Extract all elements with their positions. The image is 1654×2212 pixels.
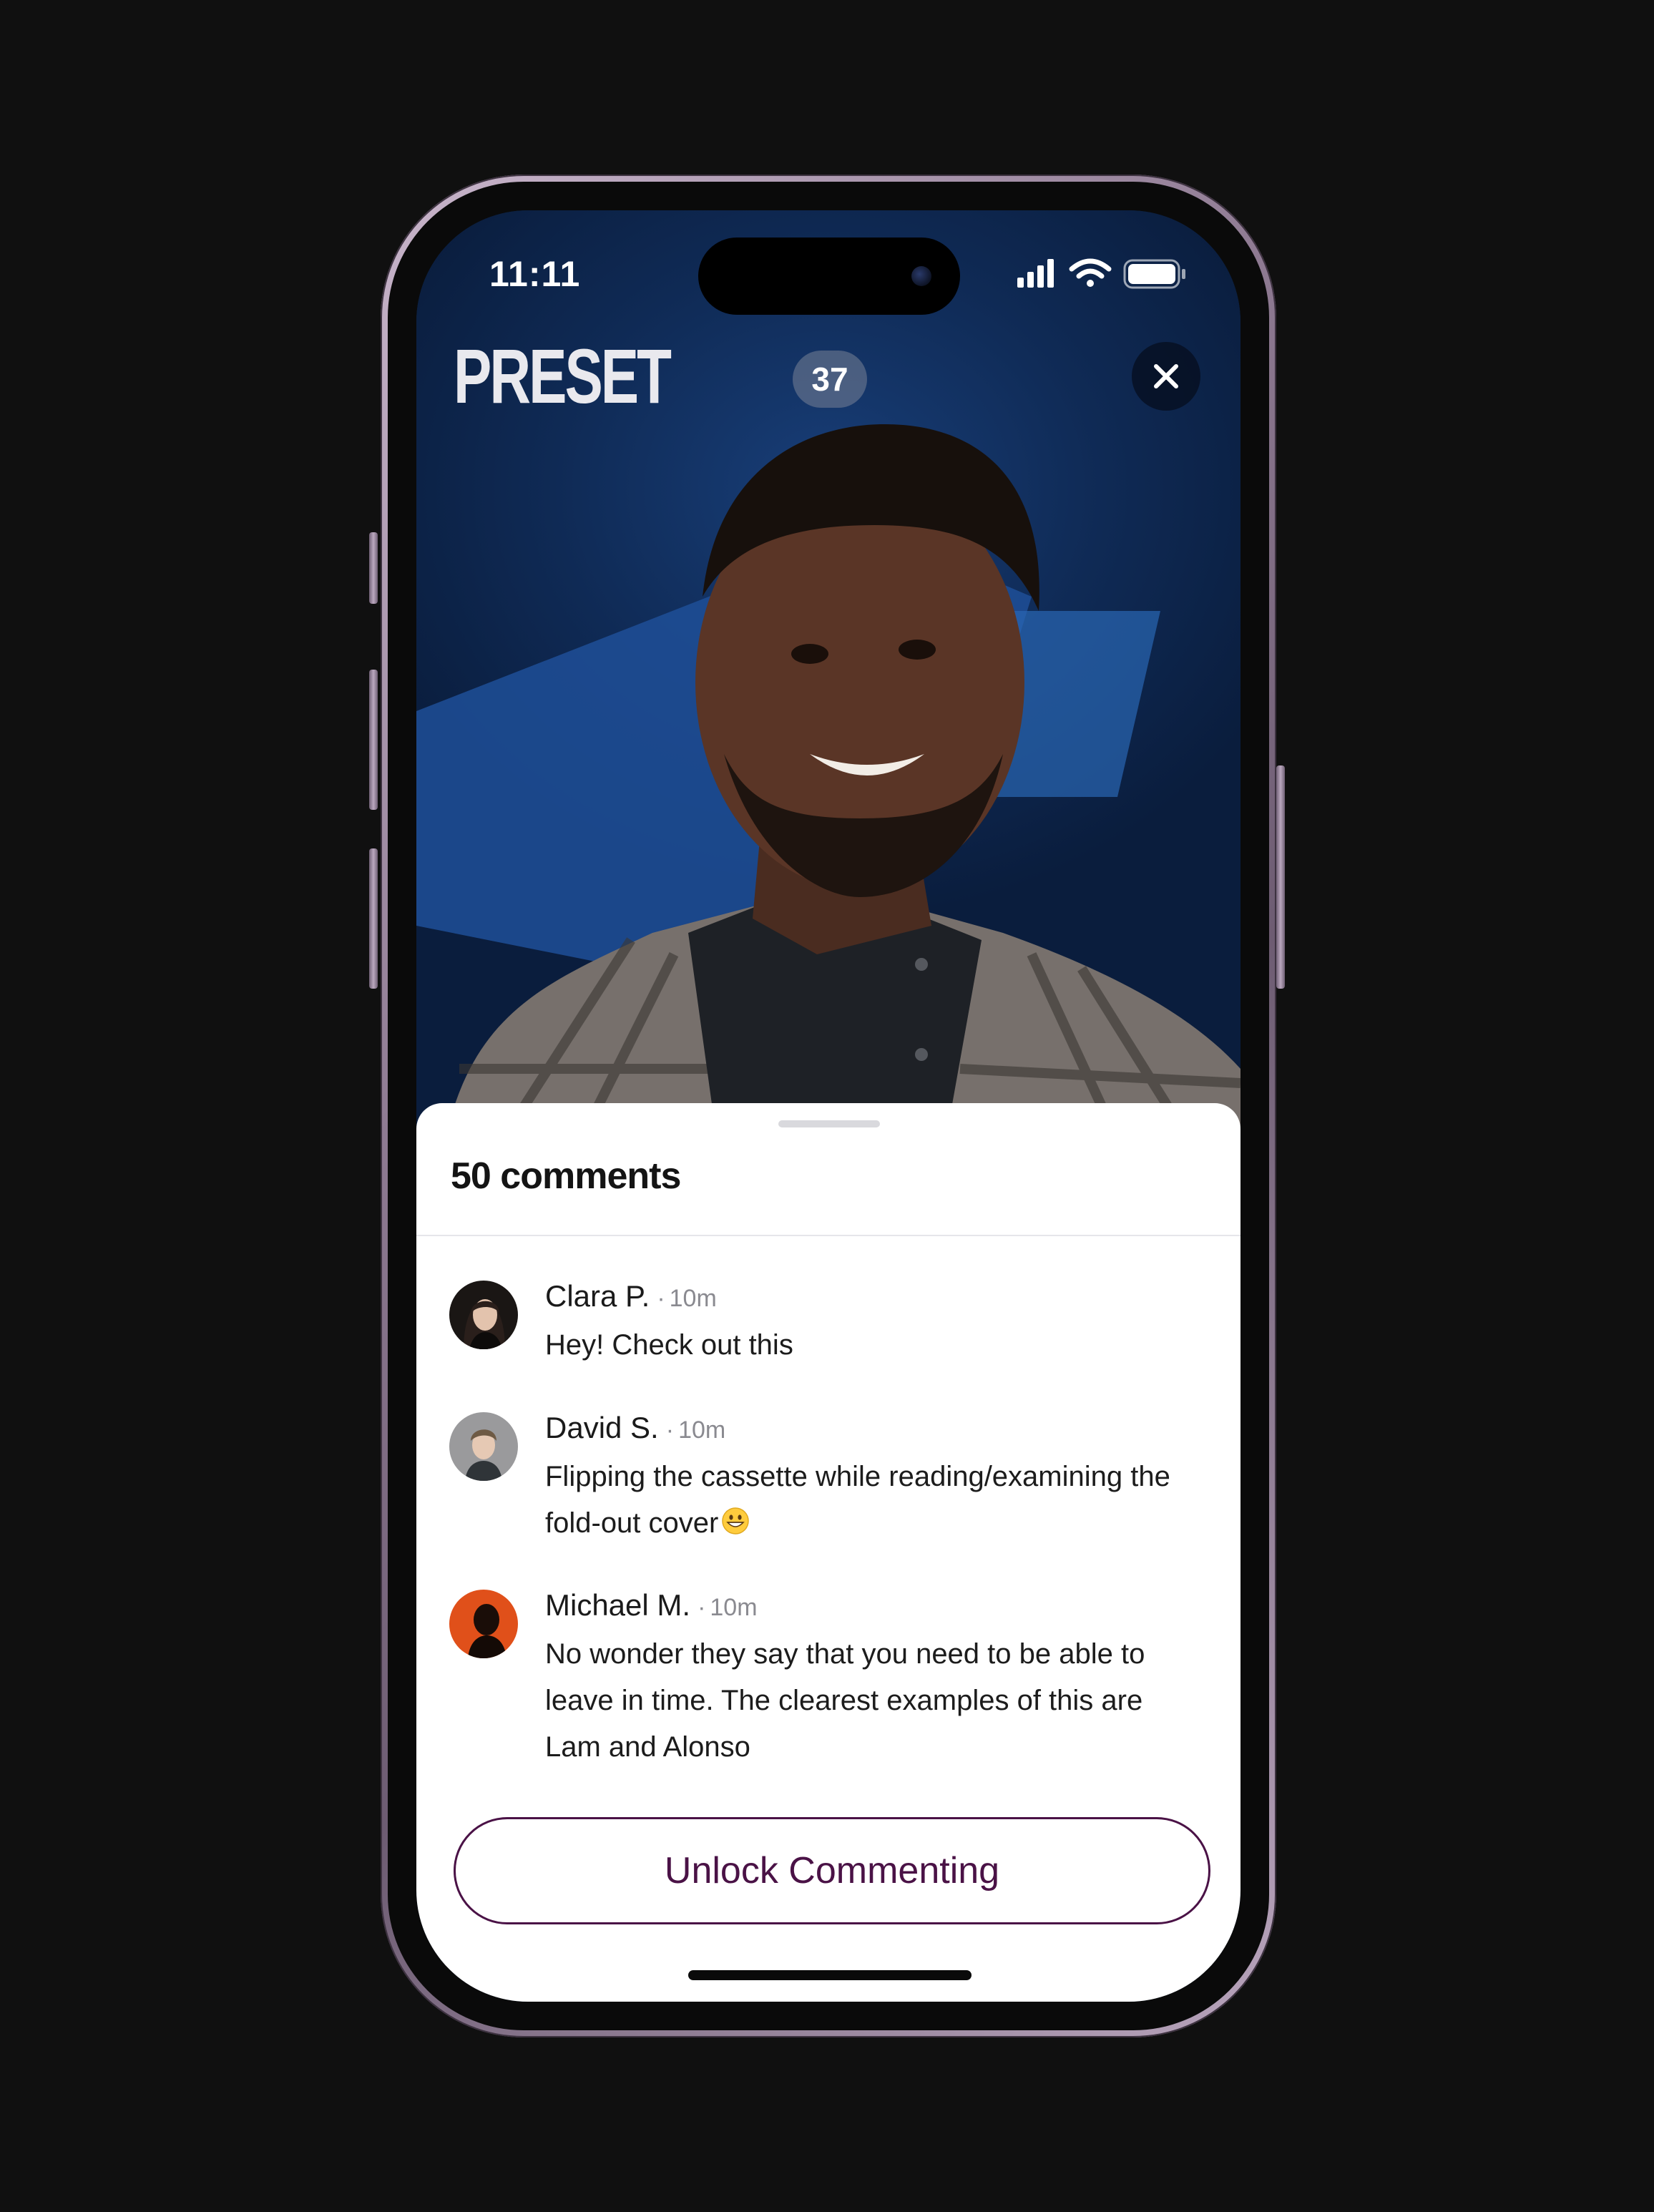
comment-text: Flipping the cassette while reading/exam… bbox=[545, 1454, 1203, 1547]
comment-header: David S. · 10m bbox=[545, 1409, 725, 1454]
comment-text: No wonder they say that you need to be a… bbox=[545, 1638, 1145, 1763]
separator-dot: · bbox=[665, 1416, 675, 1444]
sheet-grabber[interactable] bbox=[778, 1120, 880, 1127]
separator-dot: · bbox=[657, 1285, 665, 1312]
action-button-hardware bbox=[369, 532, 378, 604]
grinning-face-emoji bbox=[722, 1507, 750, 1535]
comment-timestamp: 10m bbox=[678, 1416, 726, 1444]
comment-text-body: Flipping the cassette while reading/exam… bbox=[545, 1461, 1170, 1539]
comment-author[interactable]: Michael M. bbox=[545, 1588, 690, 1622]
battery-icon bbox=[1123, 259, 1185, 289]
home-indicator[interactable] bbox=[688, 1970, 972, 1980]
comment-text: Hey! Check out this bbox=[545, 1329, 793, 1361]
unlock-commenting-button[interactable]: Unlock Commenting bbox=[454, 1817, 1210, 1924]
comment-header: Clara P. · 10m bbox=[545, 1278, 717, 1322]
status-time: 11:11 bbox=[489, 254, 581, 294]
comment-timestamp: 10m bbox=[710, 1594, 758, 1621]
comment-author[interactable]: Clara P. bbox=[545, 1279, 650, 1313]
phone-screen: 11:11 PRESET 37 50 comments Clara P. · 1… bbox=[416, 210, 1240, 2002]
avatar[interactable] bbox=[449, 1412, 518, 1481]
wifi-icon bbox=[1069, 258, 1112, 287]
close-icon bbox=[1154, 364, 1178, 388]
comment-timestamp: 10m bbox=[669, 1285, 717, 1312]
close-button[interactable] bbox=[1132, 342, 1200, 411]
power-button-hardware bbox=[1276, 765, 1285, 989]
comment-header: Michael M. · 10m bbox=[545, 1587, 758, 1631]
viewer-count-badge: 37 bbox=[793, 351, 867, 408]
separator-dot: · bbox=[698, 1594, 706, 1621]
front-camera bbox=[911, 266, 931, 286]
comments-count-title: 50 comments bbox=[451, 1155, 681, 1197]
brand-logo: PRESET bbox=[454, 333, 672, 419]
signal-icon bbox=[1017, 259, 1054, 288]
status-icons bbox=[1017, 256, 1203, 292]
volume-up-hardware bbox=[369, 670, 378, 810]
avatar[interactable] bbox=[449, 1281, 518, 1349]
dynamic-island bbox=[698, 238, 960, 315]
divider bbox=[416, 1235, 1240, 1236]
comment-author[interactable]: David S. bbox=[545, 1411, 659, 1444]
volume-down-hardware bbox=[369, 848, 378, 989]
avatar[interactable] bbox=[449, 1590, 518, 1658]
